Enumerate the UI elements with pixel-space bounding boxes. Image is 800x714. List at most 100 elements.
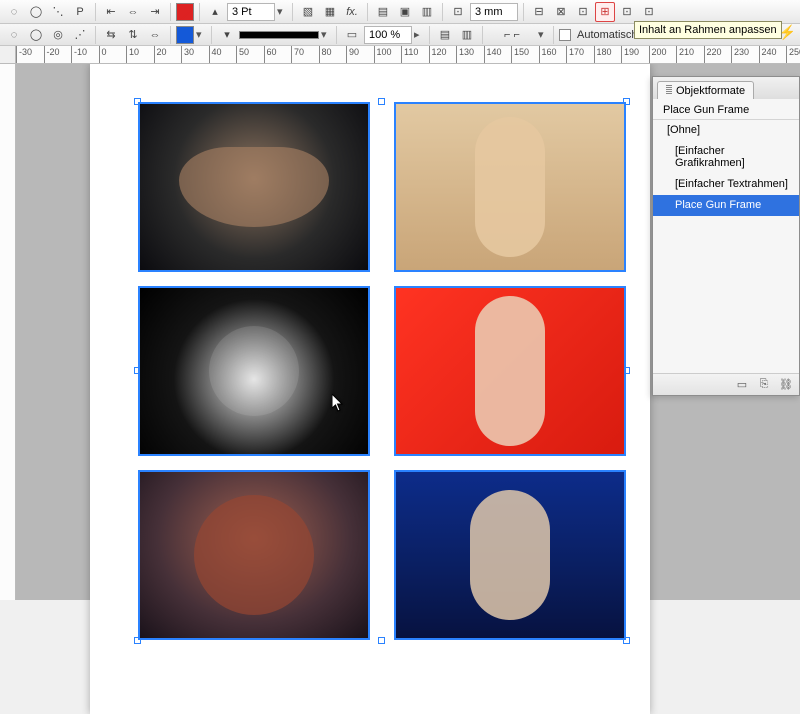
image-frame[interactable] xyxy=(138,102,370,272)
image-frame[interactable] xyxy=(138,286,370,456)
chevron-down-icon[interactable]: ▾ xyxy=(321,28,331,41)
group-icon[interactable]: ◯ xyxy=(26,2,46,22)
chain-icon[interactable]: ⛓ xyxy=(779,378,793,392)
crop-icon[interactable]: ⊡ xyxy=(448,2,468,22)
ruler-tick: 60 xyxy=(264,46,265,63)
ruler-tick: 90 xyxy=(346,46,347,63)
ruler-origin[interactable] xyxy=(0,46,16,64)
select-all-icon[interactable]: ◌ xyxy=(4,2,24,22)
separator xyxy=(442,3,443,21)
ruler-tick: 150 xyxy=(511,46,512,63)
horizontal-ruler[interactable]: -30-20-100102030405060708090100110120130… xyxy=(16,46,800,64)
ruler-tick: -30 xyxy=(16,46,17,63)
document-page[interactable] xyxy=(90,64,650,714)
ruler-tick-label: 110 xyxy=(404,47,418,57)
stroke-weight-input[interactable]: 3 Pt xyxy=(227,3,275,21)
align-left-icon[interactable]: ⇤ xyxy=(101,2,121,22)
chevron-right-icon[interactable]: ▸ xyxy=(414,28,424,41)
ungroup-icon[interactable]: ⋱ xyxy=(48,2,68,22)
object-style-item[interactable]: [Ohne] xyxy=(653,120,799,141)
align-right-icon[interactable]: ⇥ xyxy=(145,2,165,22)
space-icon[interactable]: ⇔ xyxy=(145,25,165,45)
stroke-none-swatch[interactable] xyxy=(176,3,194,21)
folder-icon[interactable]: ▭ xyxy=(735,378,749,392)
zoom-input[interactable]: 100 % xyxy=(364,26,412,44)
chevron-down-icon[interactable]: ▾ xyxy=(538,28,548,41)
placed-image xyxy=(140,104,368,270)
gap-input[interactable]: 3 mm xyxy=(470,3,518,21)
object-style-item[interactable]: [Einfacher Grafikrahmen] xyxy=(653,141,799,174)
image-frame[interactable] xyxy=(394,470,626,640)
separator xyxy=(199,3,200,21)
layers-icon[interactable]: ▭ xyxy=(342,25,362,45)
effects-fx-icon[interactable]: fx. xyxy=(342,2,362,22)
center-content-icon[interactable]: ⊡ xyxy=(573,2,593,22)
vertical-ruler[interactable] xyxy=(0,64,16,600)
fit-frame-to-content-icon[interactable]: ⊟ xyxy=(529,2,549,22)
object-style-item[interactable]: Place Gun Frame xyxy=(653,195,799,216)
image-content-shape xyxy=(470,490,550,620)
wrap-option-b-icon[interactable]: ▥ xyxy=(457,25,477,45)
ruler-tick: 140 xyxy=(484,46,485,63)
image-frame[interactable] xyxy=(394,286,626,456)
align-center-icon[interactable]: ⇔ xyxy=(123,2,143,22)
ruler-tick: 210 xyxy=(676,46,677,63)
auto-checkbox[interactable] xyxy=(559,29,571,41)
ruler-tick-label: -30 xyxy=(19,47,32,57)
path-node-icon[interactable]: ⋰ xyxy=(70,25,90,45)
selection-handle-n[interactable] xyxy=(378,98,385,105)
image-frame[interactable] xyxy=(138,470,370,640)
selection-handle-s[interactable] xyxy=(378,637,385,644)
ruler-tick: 80 xyxy=(319,46,320,63)
separator xyxy=(523,3,524,21)
ruler-tick-label: 30 xyxy=(184,47,194,57)
fit-content-to-frame-icon[interactable]: ⊠ xyxy=(551,2,571,22)
stepper-up-icon[interactable]: ▴ xyxy=(205,2,225,22)
fill-swatch[interactable] xyxy=(176,26,194,44)
ruler-tick-label: 70 xyxy=(294,47,304,57)
opacity-icon[interactable]: ▦ xyxy=(320,2,340,22)
chevron-down-icon[interactable]: ▾ xyxy=(277,5,287,18)
corner-options-icon[interactable]: ⌐ ⌐ xyxy=(488,25,536,45)
separator xyxy=(170,26,171,44)
text-wrap-around-icon[interactable]: ▣ xyxy=(395,2,415,22)
ruler-tick: 100 xyxy=(374,46,375,63)
frame-fitting-options-icon[interactable]: ⊡ xyxy=(639,2,659,22)
ruler-tick: -10 xyxy=(71,46,72,63)
distribute-h-icon[interactable]: ⇆ xyxy=(101,25,121,45)
separator xyxy=(553,26,554,44)
ring-icon[interactable]: ◎ xyxy=(48,25,68,45)
object-style-item[interactable]: [Einfacher Textrahmen] xyxy=(653,174,799,195)
separator xyxy=(292,3,293,21)
stepper-down-icon[interactable]: ▾ xyxy=(217,25,237,45)
stroke-style-preview[interactable] xyxy=(239,31,319,39)
image-content-shape xyxy=(475,296,545,446)
image-frame[interactable] xyxy=(394,102,626,272)
object-styles-panel: Objektformate Place Gun Frame [Ohne][Ein… xyxy=(652,76,800,396)
fit-content-proportionally-icon[interactable]: ⊞ xyxy=(595,2,615,22)
tooltip: Inhalt an Rahmen anpassen xyxy=(634,21,782,39)
object-styles-tab[interactable]: Objektformate xyxy=(657,81,754,99)
text-wrap-none-icon[interactable]: ▤ xyxy=(373,2,393,22)
dashed-circle-icon[interactable]: ◌ xyxy=(4,25,24,45)
ruler-tick: 120 xyxy=(429,46,430,63)
wrap-option-a-icon[interactable]: ▤ xyxy=(435,25,455,45)
dotted-circle-icon[interactable]: ◯ xyxy=(26,25,46,45)
ruler-tick-label: 200 xyxy=(652,47,667,57)
ruler-tick-label: 190 xyxy=(624,47,639,57)
link-icon[interactable]: ⎘ xyxy=(757,378,771,392)
fill-frame-proportionally-icon[interactable]: ⊡ xyxy=(617,2,637,22)
ruler-tick-label: 10 xyxy=(129,47,139,57)
object-styles-list: [Ohne][Einfacher Grafikrahmen][Einfacher… xyxy=(653,120,799,373)
placed-image xyxy=(396,104,624,270)
ruler-tick-label: 50 xyxy=(239,47,249,57)
text-wrap-jump-icon[interactable]: ▥ xyxy=(417,2,437,22)
ruler-tick: 170 xyxy=(566,46,567,63)
chevron-down-icon[interactable]: ▾ xyxy=(196,28,206,41)
ruler-tick: 230 xyxy=(731,46,732,63)
drop-shadow-icon[interactable]: ▧ xyxy=(298,2,318,22)
paragraph-style-icon[interactable]: P xyxy=(70,2,90,22)
ruler-tick: 70 xyxy=(291,46,292,63)
distribute-v-icon[interactable]: ⇅ xyxy=(123,25,143,45)
ruler-tick-label: 0 xyxy=(102,47,107,57)
